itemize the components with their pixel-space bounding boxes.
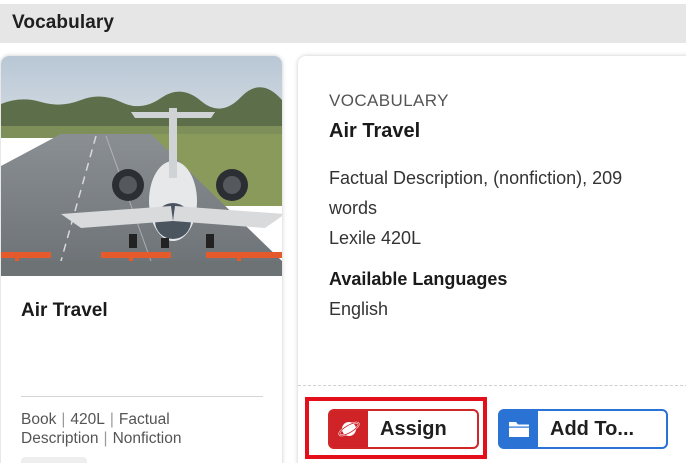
- divider: [21, 396, 263, 397]
- lexile-level: Lexile 420L: [329, 228, 422, 248]
- meta-genre-line1: Factual: [118, 411, 170, 428]
- description-line: Factual Description, (nonfiction), 209: [329, 168, 623, 188]
- languages-heading: Available Languages: [329, 269, 508, 289]
- cover-image[interactable]: [1, 56, 282, 276]
- resource-card[interactable]: Air Travel Book | 420L | Factual Description…: [1, 56, 282, 463]
- card-title[interactable]: Air Travel: [21, 300, 108, 322]
- resource-type-label: VOCABULARY: [329, 91, 449, 110]
- dashed-divider: [298, 385, 686, 386]
- page: Vocabulary Air Travel Book | 420L | Fact…: [0, 0, 686, 463]
- resource-description: Factual Description, (nonfiction), 209 w…: [329, 163, 686, 253]
- folder-icon: [500, 411, 538, 447]
- planet-icon: [330, 411, 368, 447]
- add-to-button-label: Add To...: [550, 417, 635, 440]
- section-header: Vocabulary: [0, 4, 686, 43]
- assign-button[interactable]: Assign: [328, 409, 479, 449]
- meta-genre-line2: Description: [21, 430, 99, 447]
- meta-separator: |: [109, 411, 114, 428]
- language-value: English: [329, 299, 389, 319]
- section-title: Vocabulary: [12, 12, 115, 33]
- assign-button-label: Assign: [380, 417, 447, 440]
- description-line: words: [329, 198, 378, 218]
- meta-separator: |: [103, 430, 108, 447]
- add-to-button[interactable]: Add To...: [498, 409, 668, 449]
- meta-separator: |: [61, 411, 66, 428]
- meta-lexile: 420L: [70, 411, 105, 428]
- resource-meta: Book | 420L | Factual Description | Nonfiction: [21, 410, 271, 448]
- meta-type: Book: [21, 411, 57, 428]
- meta-category: Nonfiction: [112, 430, 182, 447]
- detail-title: Air Travel: [329, 120, 421, 142]
- tag-pill: [21, 457, 87, 463]
